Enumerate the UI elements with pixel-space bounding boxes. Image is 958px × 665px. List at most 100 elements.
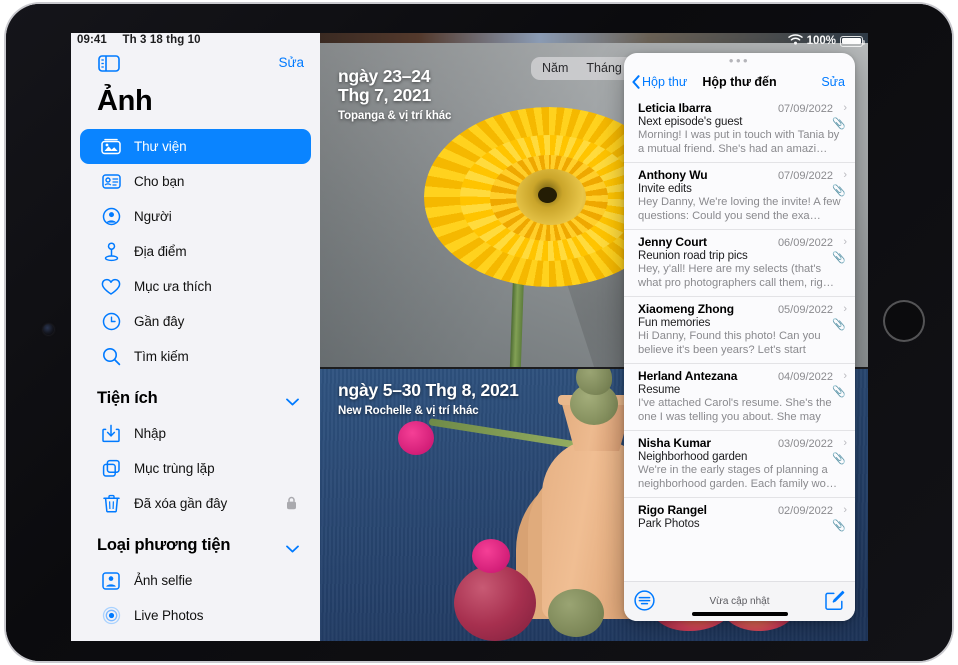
flower-disc-core	[538, 187, 557, 203]
mail-date: 07/09/2022	[777, 103, 833, 115]
import-icon	[100, 423, 122, 445]
chevron-down-icon[interactable]	[286, 393, 299, 411]
mail-list-item[interactable]: Xiaomeng Zhong 05/09/2022 › Fun memories…	[624, 296, 855, 363]
sidebar-item-selfies[interactable]: Ảnh selfie	[80, 563, 311, 598]
sidebar-section-media-types[interactable]: Loại phương tiện	[80, 527, 311, 563]
sidebar-section-utilities[interactable]: Tiện ích	[80, 380, 311, 416]
date-location: Topanga & vị trí khác	[338, 110, 452, 122]
ipad-screen: ngày 23–24 Thg 7, 2021 Topanga & vị trí …	[71, 33, 868, 641]
day-group-date-2: ngày 5–30 Thg 8, 2021 New Rochelle & vị …	[338, 380, 519, 418]
sidebar-item-label: Cho bạn	[134, 174, 185, 189]
sidebar-item-label: Đã xóa gần đây	[134, 496, 228, 511]
mail-list-item[interactable]: Leticia Ibarra 07/09/2022 › Next episode…	[624, 96, 855, 162]
mail-edit-button[interactable]: Sửa	[821, 75, 845, 89]
sidebar-item-label: Mục trùng lặp	[134, 461, 215, 476]
sidebar-item-duplicates[interactable]: Mục trùng lặp	[80, 451, 311, 486]
mail-sender: Herland Antezana	[638, 369, 738, 383]
paperclip-icon: 📎	[832, 453, 846, 465]
home-button[interactable]	[883, 300, 925, 342]
paperclip-icon: 📎	[832, 252, 846, 264]
mail-date: 05/09/2022	[777, 304, 833, 316]
mail-sender: Nisha Kumar	[638, 436, 711, 450]
sidebar-item-for-you[interactable]: Cho bạn	[80, 164, 311, 199]
sidebar-item-label: Gần đây	[134, 314, 185, 329]
mail-toolbar: Vừa cập nhật	[624, 581, 855, 621]
date-line-primary: ngày 23–24	[338, 66, 431, 86]
mail-preview: Hi Danny, Found this photo! Can you beli…	[638, 330, 821, 356]
magenta-flower-top	[398, 421, 434, 455]
people-icon	[100, 206, 122, 228]
mail-date: 03/09/2022	[777, 438, 833, 450]
lock-icon	[286, 496, 297, 510]
segment-month[interactable]: Tháng	[577, 59, 630, 78]
sidebar-item-label: Người	[134, 209, 172, 224]
mail-list-item[interactable]: Jenny Court 06/09/2022 › Reunion road tr…	[624, 229, 855, 296]
sidebar-item-label: Địa điểm	[134, 244, 187, 259]
mail-subject: Invite edits	[638, 183, 692, 195]
photo-library-icon	[100, 136, 122, 158]
grabber-handle-icon[interactable]: •••	[624, 53, 855, 68]
sidebar-item-library[interactable]: Thư viện	[80, 129, 311, 164]
mail-navigation-bar: Hộp thư Hộp thư đến Sửa	[624, 68, 855, 96]
paperclip-icon: 📎	[832, 386, 846, 398]
sidebar-item-places[interactable]: Địa điểm	[80, 234, 311, 269]
compose-pencil-icon[interactable]	[824, 590, 845, 616]
sidebar-item-search[interactable]: Tìm kiếm	[80, 339, 311, 374]
search-icon	[100, 346, 122, 368]
photo-strip-partial	[320, 33, 868, 43]
sidebar-item-portrait[interactable]: Chân dung	[80, 633, 311, 641]
date-location: New Rochelle & vị trí khác	[338, 405, 479, 417]
ipad-device: ngày 23–24 Thg 7, 2021 Topanga & vị trí …	[0, 0, 958, 665]
mail-preview: Hey Danny, We're loving the invite! A fe…	[638, 196, 841, 222]
mail-subject: Neighborhood garden	[638, 451, 748, 463]
sidebar-item-people[interactable]: Người	[80, 199, 311, 234]
chevron-right-icon: ›	[843, 169, 847, 181]
date-line-secondary: Thg 7, 2021	[338, 85, 432, 105]
mail-subject: Next episode's guest	[638, 116, 743, 128]
mail-list-item[interactable]: Rigo Rangel 02/09/2022 › Park Photos 📎	[624, 497, 855, 536]
sidebar-item-live-photos[interactable]: Live Photos	[80, 598, 311, 633]
mail-message-list[interactable]: Leticia Ibarra 07/09/2022 › Next episode…	[624, 96, 855, 581]
sidebar-item-import[interactable]: Nhập	[80, 416, 311, 451]
mail-date: 07/09/2022	[777, 170, 833, 182]
mail-sender: Xiaomeng Zhong	[638, 302, 734, 316]
home-indicator[interactable]	[691, 612, 788, 616]
paperclip-icon: 📎	[832, 520, 846, 532]
sidebar-section-title: Loại phương tiện	[97, 535, 231, 554]
magenta-flower-bottom	[472, 539, 510, 573]
selfie-icon	[100, 570, 122, 592]
paperclip-icon: 📎	[832, 118, 846, 130]
mail-date: 06/09/2022	[777, 237, 833, 249]
trash-icon	[100, 493, 122, 515]
sidebar-edit-button[interactable]: Sửa	[278, 55, 304, 70]
chevron-right-icon: ›	[843, 102, 847, 114]
day-group-date-1: ngày 23–24 Thg 7, 2021 Topanga & vị trí …	[338, 66, 452, 123]
mail-slideover-window[interactable]: ••• Hộp thư Hộp thư đến Sửa Leticia Ibar…	[624, 53, 855, 621]
mail-sender: Jenny Court	[638, 235, 707, 249]
sidebar-toggle-icon[interactable]	[98, 55, 120, 72]
mail-sender: Rigo Rangel	[638, 503, 707, 517]
date-line-primary: ngày 5–30 Thg 8, 2021	[338, 380, 519, 400]
paperclip-icon: 📎	[832, 185, 846, 197]
segment-year[interactable]: Năm	[533, 59, 577, 78]
chevron-right-icon: ›	[843, 504, 847, 516]
mail-list-item[interactable]: Herland Antezana 04/09/2022 › Resume 📎 I…	[624, 363, 855, 430]
chevron-down-icon[interactable]	[286, 540, 299, 558]
portrait-cube-icon	[100, 640, 122, 642]
sidebar-item-label: Ảnh selfie	[134, 573, 193, 588]
mail-list-item[interactable]: Nisha Kumar 03/09/2022 › Neighborhood ga…	[624, 430, 855, 497]
photos-sidebar: Sửa Ảnh Thư viện Cho bạn Người Địa điểm …	[71, 33, 320, 641]
mail-subject: Fun memories	[638, 317, 711, 329]
chevron-right-icon: ›	[843, 236, 847, 248]
live-photos-icon	[100, 605, 122, 627]
paperclip-icon: 📎	[832, 319, 846, 331]
mail-list-item[interactable]: Anthony Wu 07/09/2022 › Invite edits 📎 H…	[624, 162, 855, 229]
sidebar-item-recents[interactable]: Gần đây	[80, 304, 311, 339]
sidebar-topbar: Sửa	[71, 33, 320, 78]
sidebar-section-title: Tiện ích	[97, 388, 158, 407]
mail-date: 02/09/2022	[777, 505, 833, 517]
sidebar-item-favorites[interactable]: Mục ưa thích	[80, 269, 311, 304]
for-you-icon	[100, 171, 122, 193]
heart-icon	[100, 276, 122, 298]
sidebar-item-recently-deleted[interactable]: Đã xóa gần đây	[80, 486, 311, 521]
